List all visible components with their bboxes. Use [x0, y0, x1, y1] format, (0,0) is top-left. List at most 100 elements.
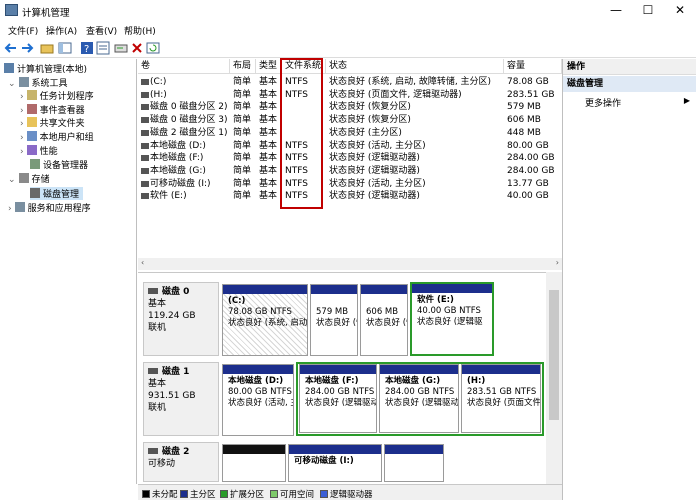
svg-text:?: ?	[84, 44, 89, 55]
table-row[interactable]: 磁盘 2 磁盘分区 1) 简单 基本 状态良好 (主分区) 448 MB	[138, 127, 562, 140]
volume-icon	[141, 79, 149, 85]
tree-item-device-manager[interactable]: 设备管理器	[30, 158, 88, 171]
partition-e[interactable]: 软件 (E:) 40.00 GB NTFS 状态良好 (逻辑驱	[410, 282, 494, 356]
table-row[interactable]: 本地磁盘 (D:) 简单 基本 NTFS 状态良好 (活动, 主分区) 80.00 GB	[138, 140, 562, 153]
tree-item-root[interactable]: 计算机管理(本地)	[4, 62, 87, 75]
cell-cap: 13.77 GB	[507, 178, 549, 189]
partition-disk2-1[interactable]	[222, 444, 286, 482]
partition-h[interactable]: (H:) 283.51 GB NTFS 状态良好 (页面文件	[461, 364, 541, 433]
table-row[interactable]: 可移动磁盘 (I:) 简单 基本 NTFS 状态良好 (活动, 主分区) 13.77 GB	[138, 178, 562, 191]
partition-d[interactable]: 本地磁盘 (D:) 80.00 GB NTFS 状态良好 (活动, 主	[222, 364, 294, 436]
column-header-volume[interactable]: 卷	[138, 59, 230, 74]
disk-check-icon[interactable]	[114, 41, 128, 55]
chevron-down-icon[interactable]: ⌄	[8, 79, 16, 89]
cell-type: 基本	[259, 165, 278, 176]
menu-file[interactable]: 文件(F)	[8, 24, 38, 37]
cell-layout: 简单	[233, 165, 252, 176]
properties-icon[interactable]	[96, 41, 110, 55]
volume-icon	[141, 193, 149, 200]
column-header-status[interactable]: 状态	[326, 59, 504, 74]
cell-layout: 简单	[233, 127, 252, 138]
column-header-layout[interactable]: 布局	[230, 59, 256, 74]
scrollbar-thumb[interactable]	[549, 290, 559, 420]
tree-item-task-scheduler[interactable]: › 任务计划程序	[20, 89, 94, 102]
chevron-right-icon[interactable]: ▶	[684, 96, 690, 105]
cell-type: 基本	[259, 115, 278, 126]
action-pane: 操作 磁盘管理 更多操作 ▶	[562, 59, 696, 500]
tree-item-shared-folders[interactable]: › 共享文件夹	[20, 116, 85, 129]
table-row[interactable]: (H:) 简单 基本 NTFS 状态良好 (页面文件, 逻辑驱动器) 283.51 GB	[138, 89, 562, 102]
actions-section-disk-management[interactable]: 磁盘管理	[563, 76, 696, 92]
column-header-capacity[interactable]: 容量	[504, 59, 562, 74]
chevron-right-icon[interactable]: ›	[20, 92, 24, 102]
cell-vol: 本地磁盘 (G:)	[150, 165, 206, 176]
partition-c[interactable]: (C:) 78.08 GB NTFS 状态良好 (系统, 启动	[222, 284, 308, 356]
up-folder-icon[interactable]	[40, 41, 54, 55]
tree-item-event-viewer[interactable]: › 事件查看器	[20, 103, 85, 116]
tools-icon	[18, 77, 29, 87]
cell-layout: 简单	[233, 140, 252, 151]
cell-vol: 本地磁盘 (D:)	[150, 140, 206, 151]
maximize-button[interactable]: ☐	[632, 0, 664, 22]
chevron-right-icon[interactable]: ›	[20, 106, 24, 116]
users-icon	[26, 131, 37, 141]
chevron-right-icon[interactable]: ›	[20, 119, 24, 129]
tree-item-local-users[interactable]: › 本地用户和组	[20, 130, 94, 143]
cell-cap: 40.00 GB	[507, 191, 549, 202]
cell-cap: 448 MB	[507, 127, 541, 138]
tree-item-disk-management[interactable]: 磁盘管理	[30, 187, 84, 200]
scroll-right-icon[interactable]: ›	[556, 258, 559, 267]
partition-recovery-3[interactable]: 606 MB状态良好 (恢	[360, 284, 408, 356]
forward-arrow-icon[interactable]	[20, 41, 34, 55]
cell-status: 状态良好 (逻辑驱动器)	[329, 191, 420, 202]
column-header-type[interactable]: 类型	[256, 59, 282, 74]
table-row[interactable]: 本地磁盘 (F:) 简单 基本 NTFS 状态良好 (逻辑驱动器) 284.00 GB	[138, 152, 562, 165]
table-row[interactable]: (C:) 简单 基本 NTFS 状态良好 (系统, 启动, 故障转储, 主分区) 78.0…	[138, 76, 562, 89]
tree-item-storage[interactable]: ⌄ 存储	[8, 172, 50, 185]
back-arrow-icon[interactable]	[4, 41, 18, 55]
partition-recovery-2[interactable]: 579 MB状态良好 (恢	[310, 284, 358, 356]
partition-i[interactable]: 可移动磁盘 (I:)	[288, 444, 382, 482]
help-icon[interactable]: ?	[80, 41, 94, 55]
computer-management-icon	[5, 4, 18, 16]
vertical-scrollbar[interactable]	[546, 272, 562, 484]
volume-icon	[141, 142, 149, 149]
disk-0-label[interactable]: 磁盘 0 基本 119.24 GB 联机	[143, 282, 219, 356]
legend-swatch-logical	[320, 490, 328, 498]
menu-view[interactable]: 查看(V)	[86, 24, 117, 37]
tree-item-performance[interactable]: › 性能	[20, 144, 58, 157]
tree-item-system-tools[interactable]: ⌄ 系统工具	[8, 76, 68, 89]
refresh-icon[interactable]	[146, 41, 160, 55]
tree-item-services[interactable]: › 服务和应用程序	[8, 201, 91, 214]
cell-layout: 简单	[233, 115, 252, 126]
chevron-down-icon[interactable]: ⌄	[8, 175, 16, 185]
minimize-button[interactable]: —	[600, 0, 632, 22]
cell-vol: 磁盘 0 磁盘分区 3)	[150, 115, 228, 126]
cell-status: 状态良好 (活动, 主分区)	[329, 140, 426, 151]
table-row[interactable]: 本地磁盘 (G:) 简单 基本 NTFS 状态良好 (逻辑驱动器) 284.00 GB	[138, 165, 562, 178]
more-actions-link[interactable]: 更多操作	[585, 96, 621, 109]
cell-type: 基本	[259, 89, 278, 100]
cell-status: 状态良好 (逻辑驱动器)	[329, 165, 420, 176]
menu-action[interactable]: 操作(A)	[46, 24, 77, 37]
cell-status: 状态良好 (主分区)	[329, 127, 402, 138]
disk-1-label[interactable]: 磁盘 1 基本 931.51 GB 联机	[143, 362, 219, 436]
chevron-right-icon[interactable]: ›	[8, 204, 12, 214]
horizontal-scrollbar[interactable]: ‹ ›	[138, 258, 562, 270]
table-row[interactable]: 磁盘 0 磁盘分区 3) 简单 基本 状态良好 (恢复分区) 606 MB	[138, 114, 562, 127]
partition-f[interactable]: 本地磁盘 (F:) 284.00 GB NTFS 状态良好 (逻辑驱动	[299, 364, 377, 433]
chevron-right-icon[interactable]: ›	[20, 133, 24, 143]
delete-icon[interactable]	[130, 41, 144, 55]
chevron-right-icon[interactable]: ›	[20, 147, 24, 157]
partition-g[interactable]: 本地磁盘 (G:) 284.00 GB NTFS 状态良好 (逻辑驱动	[379, 364, 459, 433]
disk-2-label[interactable]: 磁盘 2 可移动	[143, 442, 219, 482]
partition-disk2-3[interactable]	[384, 444, 444, 482]
scroll-left-icon[interactable]: ‹	[141, 258, 144, 267]
cell-status: 状态良好 (恢复分区)	[329, 102, 411, 113]
close-button[interactable]: ✕	[664, 0, 696, 22]
table-row[interactable]: 软件 (E:) 简单 基本 NTFS 状态良好 (逻辑驱动器) 40.00 GB	[138, 190, 562, 203]
table-row[interactable]: 磁盘 0 磁盘分区 2) 简单 基本 状态良好 (恢复分区) 579 MB	[138, 101, 562, 114]
cell-type: 基本	[259, 191, 278, 202]
menu-help[interactable]: 帮助(H)	[124, 24, 156, 37]
show-hide-tree-icon[interactable]	[58, 41, 72, 55]
